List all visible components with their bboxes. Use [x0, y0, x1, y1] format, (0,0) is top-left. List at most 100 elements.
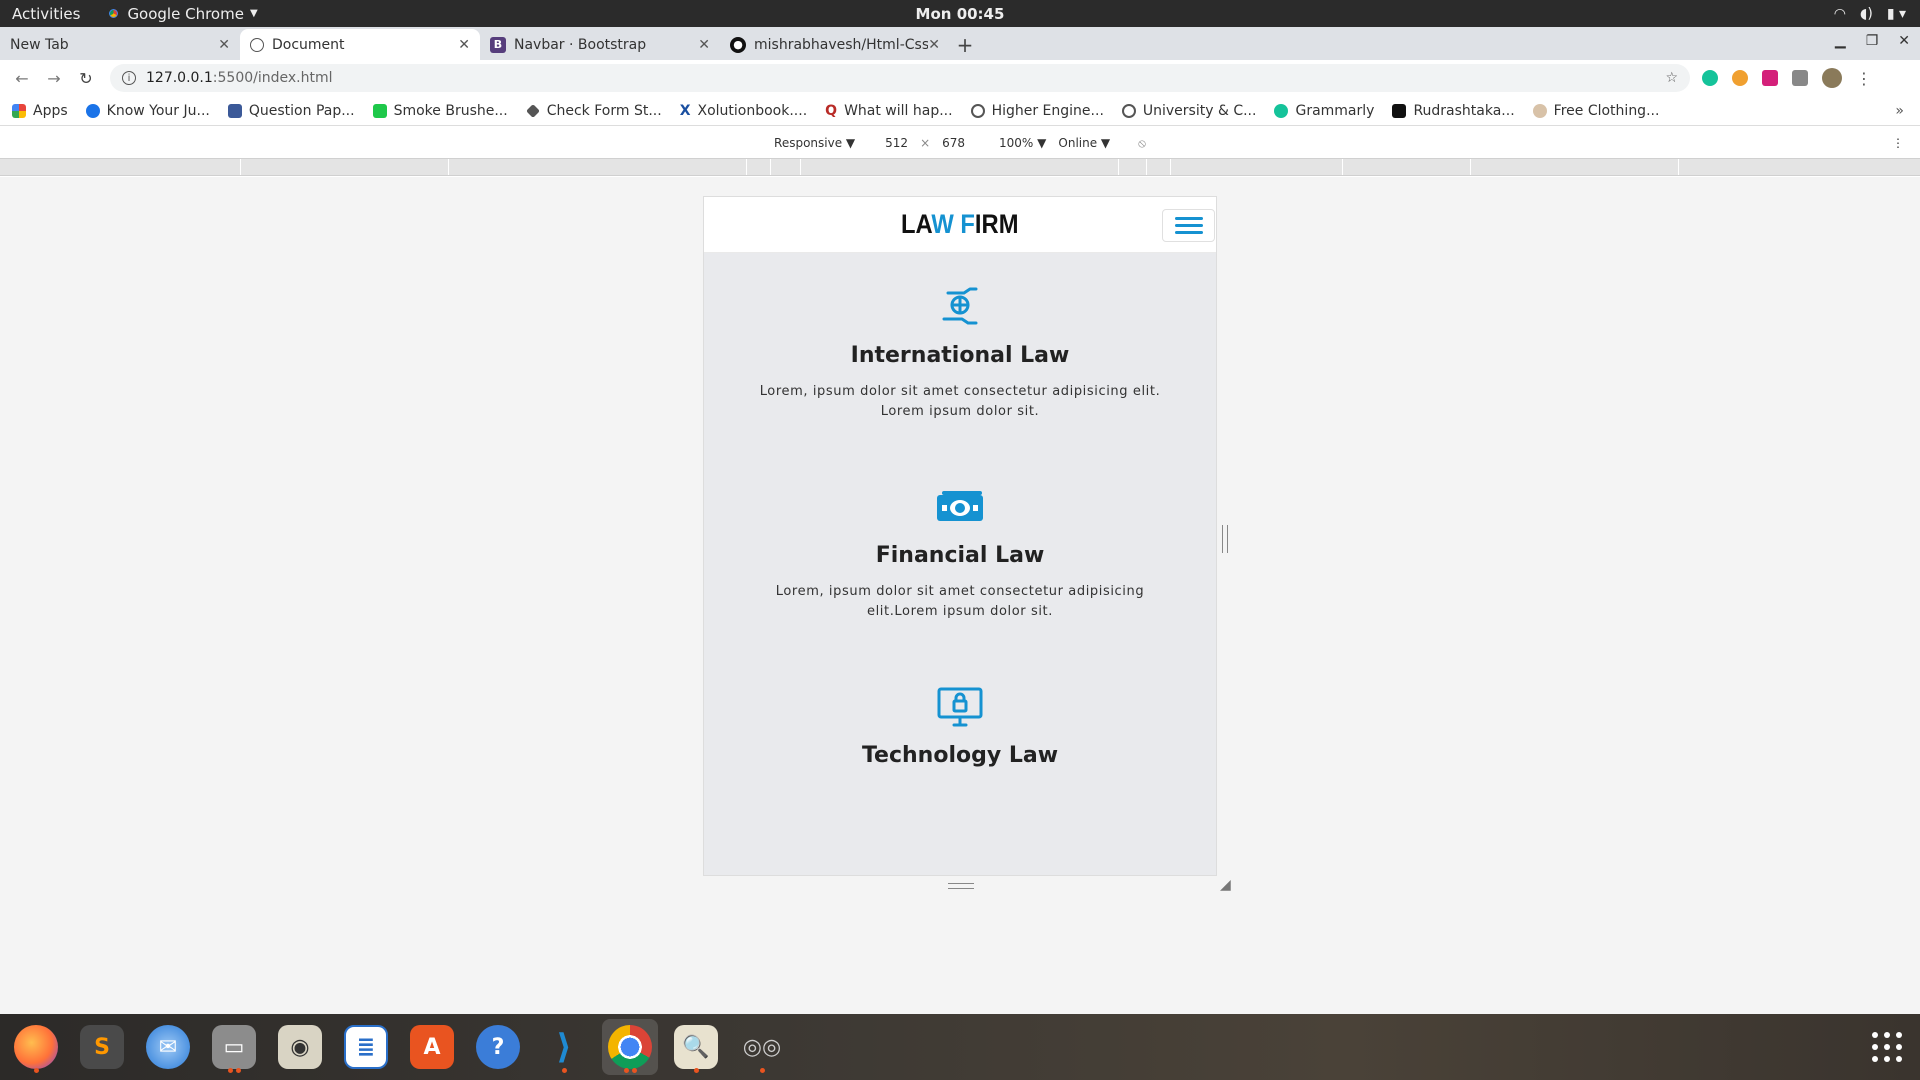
- bookmark-item[interactable]: X Xolutionbook....: [680, 103, 807, 119]
- battery-icon: ▮ ▾: [1886, 5, 1906, 22]
- app-menu[interactable]: Google Chrome ▼: [106, 4, 258, 23]
- dock-item-image-viewer[interactable]: 🔍: [668, 1019, 724, 1075]
- bookmark-apps[interactable]: Apps: [12, 103, 68, 119]
- activities-button[interactable]: Activities: [12, 5, 80, 23]
- bookmark-item[interactable]: Higher Engine...: [970, 103, 1104, 119]
- new-tab-button[interactable]: +: [950, 30, 980, 60]
- bookmark-label: Apps: [33, 102, 68, 119]
- clock[interactable]: Mon 00:45: [916, 5, 1005, 23]
- bookmark-label: Xolutionbook....: [697, 102, 808, 119]
- viewport-resize-handle-right[interactable]: [1222, 525, 1228, 553]
- bookmark-item[interactable]: Smoke Brushe...: [372, 102, 508, 119]
- dock-item-rhythmbox[interactable]: ◉: [272, 1019, 328, 1075]
- back-icon[interactable]: ←: [6, 69, 38, 88]
- avatar[interactable]: [1822, 68, 1842, 88]
- close-window-icon[interactable]: ✕: [1898, 33, 1910, 49]
- rotate-icon[interactable]: ⦸: [1138, 136, 1146, 151]
- chrome-icon: [608, 1025, 652, 1069]
- x-logo-icon: X: [679, 102, 691, 119]
- bookmark-label: Check Form St...: [546, 102, 662, 119]
- close-icon[interactable]: ✕: [218, 37, 230, 53]
- bookmark-label: Question Pap...: [248, 102, 355, 119]
- image-icon: [1392, 103, 1407, 118]
- device-stage: LAW FIRM International Law Lorem, ipsum …: [0, 177, 1920, 1014]
- bookmark-label: Rudrashtaka...: [1413, 102, 1515, 119]
- tab-strip: New Tab ✕ Document ✕ B Navbar · Bootstra…: [0, 27, 1920, 60]
- cube-extension-icon[interactable]: [1792, 70, 1808, 86]
- grammarly-extension-icon[interactable]: [1702, 70, 1718, 86]
- app-menu-label: Google Chrome: [127, 4, 244, 23]
- help-icon: ?: [476, 1025, 520, 1069]
- bookmark-item[interactable]: Question Pap...: [227, 102, 355, 119]
- media-extension-icon[interactable]: [1762, 70, 1778, 86]
- brand-text: IRM: [975, 209, 1019, 239]
- dock: S ✉ ▭ ◉ ≣ A ? ⟩ 🔍 ◎◎: [0, 1014, 1920, 1080]
- files-icon: ▭: [212, 1025, 256, 1069]
- globe-icon: [1121, 103, 1136, 118]
- navbar-toggler-button[interactable]: [1162, 209, 1215, 242]
- writer-icon: ≣: [344, 1025, 388, 1069]
- zoom-select[interactable]: 100% ▼: [999, 136, 1046, 150]
- brush-icon: [372, 103, 387, 118]
- network-throttle-select[interactable]: Online ▼: [1058, 136, 1110, 150]
- diamond-icon: [525, 103, 540, 118]
- github-icon: ●: [730, 36, 746, 53]
- dock-item-chrome[interactable]: [602, 1019, 658, 1075]
- dock-item-firefox[interactable]: [8, 1019, 64, 1075]
- media-query-ruler[interactable]: [0, 158, 1920, 176]
- tab-document[interactable]: Document ✕: [240, 29, 480, 60]
- hamburger-icon: [1174, 217, 1203, 234]
- forward-icon[interactable]: →: [38, 69, 70, 88]
- minimize-icon[interactable]: ▁: [1835, 33, 1846, 49]
- bookmark-item[interactable]: Rudrashtaka...: [1392, 102, 1515, 119]
- restore-icon[interactable]: ❐: [1866, 33, 1879, 49]
- software-center-icon: A: [410, 1025, 454, 1069]
- device-options-icon[interactable]: ⋮: [1892, 136, 1904, 150]
- bookmark-item[interactable]: University & C...: [1121, 103, 1256, 119]
- tab-github[interactable]: ● mishrabhavesh/Html-Css ✕: [720, 29, 950, 60]
- dock-item-help[interactable]: ?: [470, 1019, 526, 1075]
- grammarly-icon: [1274, 103, 1289, 118]
- service-card: International Law Lorem, ipsum dolor sit…: [704, 281, 1216, 422]
- bookmark-item[interactable]: Free Clothing...: [1532, 103, 1659, 119]
- cookie-extension-icon[interactable]: [1732, 70, 1748, 86]
- dock-item-thunderbird[interactable]: ✉: [140, 1019, 196, 1075]
- info-icon[interactable]: i: [122, 71, 136, 85]
- brand-text: LA: [901, 209, 932, 239]
- close-icon[interactable]: ✕: [698, 37, 710, 53]
- bookmark-label: Smoke Brushe...: [393, 102, 508, 119]
- dock-item-writer[interactable]: ≣: [338, 1019, 394, 1075]
- dimension-separator: ×: [920, 136, 931, 150]
- dock-item-other[interactable]: ◎◎: [734, 1019, 790, 1075]
- dock-item-software[interactable]: A: [404, 1019, 460, 1075]
- more-bookmarks-icon[interactable]: »: [1895, 103, 1904, 119]
- viewport-height-input[interactable]: 678: [942, 136, 965, 150]
- close-icon[interactable]: ✕: [928, 37, 940, 53]
- dock-item-files[interactable]: ▭: [206, 1019, 262, 1075]
- dock-item-sublime[interactable]: S: [74, 1019, 130, 1075]
- device-mode-select[interactable]: Responsive ▼: [774, 136, 855, 150]
- browser-toolbar: ← → ↻ i 127.0.0.1 :5500/index.html ☆ ⋮: [0, 60, 1920, 96]
- bookmark-item[interactable]: Check Form St...: [525, 102, 662, 119]
- bookmark-star-icon[interactable]: ☆: [1665, 70, 1678, 86]
- viewport-width-input[interactable]: 512: [885, 136, 908, 150]
- address-bar[interactable]: i 127.0.0.1 :5500/index.html ☆: [110, 64, 1690, 92]
- tab-navbar-bootstrap[interactable]: B Navbar · Bootstrap ✕: [480, 29, 720, 60]
- bookmark-item[interactable]: Grammarly: [1274, 103, 1374, 119]
- rhythmbox-icon: ◉: [278, 1025, 322, 1069]
- tab-title: Navbar · Bootstrap: [514, 36, 647, 53]
- close-icon[interactable]: ✕: [458, 37, 470, 53]
- bookmark-item[interactable]: Q What will hap...: [825, 103, 952, 119]
- system-tray[interactable]: ◠ ◖) ▮ ▾: [1834, 6, 1906, 22]
- site-brand[interactable]: LAW FIRM: [901, 209, 1018, 240]
- bookmark-item[interactable]: Know Your Ju...: [85, 103, 210, 119]
- menu-kebab-icon[interactable]: ⋮: [1856, 69, 1872, 88]
- reload-icon[interactable]: ↻: [70, 69, 102, 88]
- viewport-resize-corner-icon[interactable]: ◢: [1220, 877, 1231, 893]
- bookmarks-bar: Apps Know Your Ju... Question Pap... Smo…: [0, 96, 1920, 126]
- dock-item-vscode[interactable]: ⟩: [536, 1019, 592, 1075]
- tab-new-tab[interactable]: New Tab ✕: [0, 29, 240, 60]
- viewport-resize-handle-bottom[interactable]: [948, 883, 974, 889]
- shield-icon: [227, 103, 242, 118]
- show-applications-icon[interactable]: [1872, 1032, 1902, 1062]
